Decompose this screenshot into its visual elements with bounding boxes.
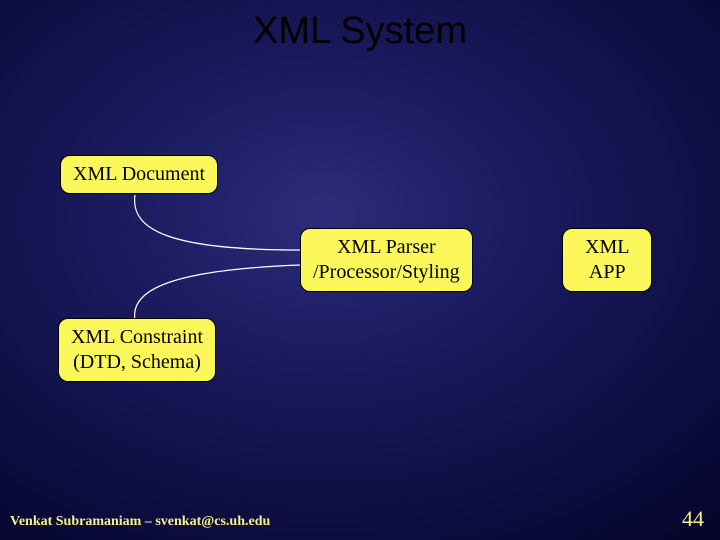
node-xml-app: XML APP xyxy=(562,228,652,292)
footer-credit: Venkat Subramaniam – svenkat@cs.uh.edu xyxy=(10,514,270,530)
node-xml-constraint: XML Constraint (DTD, Schema) xyxy=(58,318,216,382)
node-xml-document: XML Document xyxy=(60,155,218,194)
slide-title: XML System xyxy=(0,10,720,53)
node-xml-parser: XML Parser /Processor/Styling xyxy=(300,228,473,292)
page-number: 44 xyxy=(682,506,704,532)
